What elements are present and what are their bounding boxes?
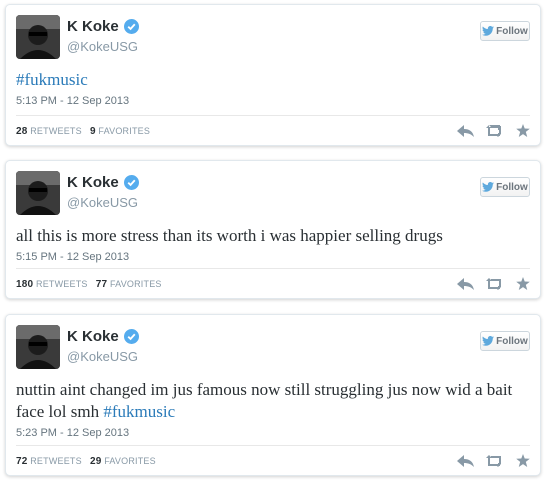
retweet-count[interactable]: 72 [16, 456, 28, 467]
favorite-count[interactable]: 9 [90, 126, 96, 137]
tweet-timestamp[interactable]: 5:13 PM - 12 Sep 2013 [16, 95, 129, 107]
retweets-label: RETWEETS [30, 456, 82, 466]
favorite-star-icon[interactable] [516, 454, 530, 467]
user-handle[interactable]: @KokeUSG [67, 349, 138, 364]
tweet-actions [457, 454, 530, 467]
tweet-stats: 28 RETWEETS 9 FAVORITES [16, 126, 150, 137]
tweet-text-plain: all this is more stress than its worth i… [16, 226, 443, 245]
tweet-card: K Koke @KokeUSG Follow #fukmusic 5:13 PM… [5, 4, 541, 146]
user-handle[interactable]: @KokeUSG [67, 39, 138, 54]
tweet-text: nuttin aint changed im jus famous now st… [16, 379, 520, 423]
reply-icon[interactable] [457, 277, 474, 290]
user-fullname[interactable]: K Koke [67, 174, 119, 191]
user-fullname[interactable]: K Koke [67, 328, 119, 345]
avatar[interactable] [16, 171, 60, 215]
follow-button[interactable]: Follow [480, 21, 530, 41]
divider [16, 268, 530, 269]
divider [16, 445, 530, 446]
favorite-count[interactable]: 77 [96, 279, 108, 290]
retweet-icon[interactable] [486, 277, 504, 290]
tweet-card: K Koke @KokeUSG Follow all this is more … [5, 160, 541, 299]
divider [16, 115, 530, 116]
tweet-stats: 180 RETWEETS 77 FAVORITES [16, 279, 162, 290]
twitter-bird-icon [482, 182, 495, 192]
tweet-text: all this is more stress than its worth i… [16, 225, 520, 247]
tweet-timestamp[interactable]: 5:15 PM - 12 Sep 2013 [16, 251, 129, 263]
follow-button[interactable]: Follow [480, 177, 530, 197]
reply-icon[interactable] [457, 454, 474, 467]
retweets-label: RETWEETS [30, 126, 82, 136]
tweet-text: #fukmusic [16, 69, 520, 91]
twitter-bird-icon [482, 336, 495, 346]
follow-label: Follow [496, 335, 528, 347]
verified-badge-icon [123, 329, 139, 344]
tweet-actions [457, 124, 530, 137]
tweet-actions [457, 277, 530, 290]
favorite-star-icon[interactable] [516, 124, 530, 137]
favorites-label: FAVORITES [104, 456, 156, 466]
retweet-icon[interactable] [486, 454, 504, 467]
user-fullname[interactable]: K Koke [67, 18, 119, 35]
avatar[interactable] [16, 325, 60, 369]
tweet-timestamp[interactable]: 5:23 PM - 12 Sep 2013 [16, 427, 129, 439]
favorite-star-icon[interactable] [516, 277, 530, 290]
hashtag-link[interactable]: #fukmusic [103, 402, 175, 421]
verified-badge-icon [123, 19, 139, 34]
retweets-label: RETWEETS [36, 279, 88, 289]
reply-icon[interactable] [457, 124, 474, 137]
retweet-icon[interactable] [486, 124, 504, 137]
follow-button[interactable]: Follow [480, 331, 530, 351]
favorite-count[interactable]: 29 [90, 456, 102, 467]
tweet-stats: 72 RETWEETS 29 FAVORITES [16, 456, 156, 467]
user-handle[interactable]: @KokeUSG [67, 195, 138, 210]
favorites-label: FAVORITES [109, 279, 162, 289]
follow-label: Follow [496, 25, 528, 37]
hashtag-link[interactable]: #fukmusic [16, 70, 88, 89]
retweet-count[interactable]: 180 [16, 279, 33, 290]
tweet-card: K Koke @KokeUSG Follow nuttin aint chang… [5, 314, 541, 476]
twitter-bird-icon [482, 26, 495, 36]
retweet-count[interactable]: 28 [16, 126, 28, 137]
favorites-label: FAVORITES [98, 126, 151, 136]
verified-badge-icon [123, 175, 139, 190]
follow-label: Follow [496, 181, 528, 193]
tweet-text-plain: nuttin aint changed im jus famous now st… [16, 380, 513, 421]
avatar[interactable] [16, 15, 60, 59]
